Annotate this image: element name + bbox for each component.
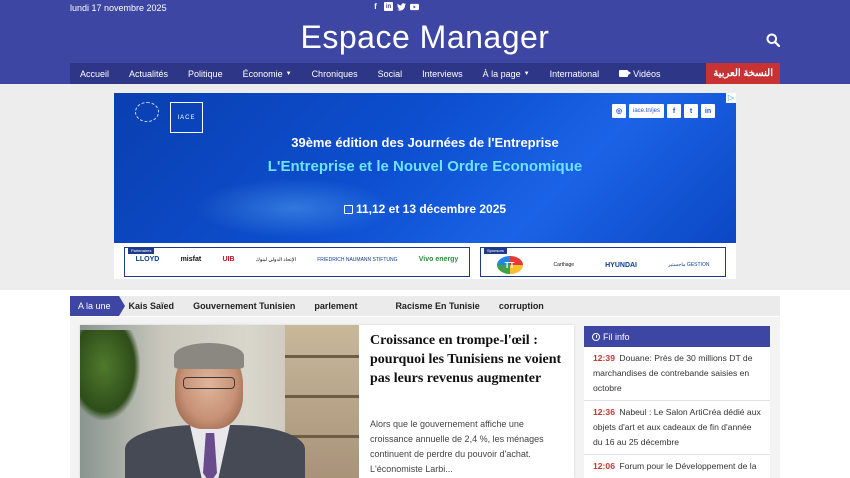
sponsor-logos: TT Carthage HYUNDAI ماجستير GESTION (481, 256, 725, 274)
logo-mark (135, 102, 159, 122)
banner-theme: L'Entreprise et le Nouvel Ordre Economiq… (267, 158, 583, 175)
partners-block: Partenaires LLOYD misfat UIB الإتحاد الد… (124, 247, 470, 277)
nav-item-a-la-page[interactable]: À la page ▼ (473, 63, 540, 84)
photo-hair (174, 343, 244, 369)
nav-label: Actualités (129, 68, 169, 79)
vivo-energy-logo: Vivo energy (418, 256, 459, 263)
fil-info-item[interactable]: 12:39 Douane: Près de 30 millions DT de … (584, 347, 770, 401)
chevron-down-icon: ▼ (285, 70, 292, 77)
nav-label: À la page (482, 68, 521, 79)
gestion-logo: ماجستير GESTION (668, 262, 710, 268)
sponsors-block: Sponsors TT Carthage HYUNDAI ماجستير GES… (480, 247, 726, 277)
trending-tags-bar: A la une Kais Saïed Gouvernement Tunisie… (70, 296, 780, 316)
clock-icon (592, 332, 600, 341)
globe-icon: ◎ (612, 104, 626, 118)
fil-info-time: 12:06 (593, 461, 615, 471)
nav-item-interviews[interactable]: Interviews (412, 63, 473, 84)
nav-item-accueil[interactable]: Accueil (70, 63, 119, 84)
fil-info-time: 12:39 (593, 353, 615, 363)
tag-link[interactable]: Kais Saïed (129, 301, 175, 311)
featured-article-title[interactable]: Croissance en trompe-l'œil : pourquoi le… (370, 331, 566, 388)
arabic-version-button[interactable]: النسخة العربية (706, 63, 780, 84)
nav-label: Accueil (80, 68, 110, 79)
tag-link[interactable]: Racisme En Tunisie (395, 301, 479, 311)
tag-link[interactable]: parlement (314, 301, 357, 311)
nav-item-social[interactable]: Social (368, 63, 413, 84)
nav-item-international[interactable]: International (540, 63, 610, 84)
site-header: lundi 17 novembre 2025 f in Espace Manag… (0, 0, 850, 84)
fil-info-text: Nabeul : Le Salon ArtiCréa dédié aux obj… (593, 407, 761, 447)
calendar-icon (343, 205, 353, 214)
featured-article-photo[interactable] (80, 325, 359, 478)
nav-label: Chroniques (311, 68, 358, 79)
naumann-logo: FRIEDRICH NAUMANN STIFTUNG (317, 256, 398, 263)
sponsors-tag: Sponsors (484, 247, 507, 254)
current-date: lundi 17 novembre 2025 (70, 3, 167, 13)
iace-logo: IACE (170, 102, 203, 133)
fil-info-time: 12:36 (593, 407, 615, 417)
twitter-icon[interactable] (397, 2, 406, 11)
social-links: f in (371, 2, 419, 11)
partners-tag: Partenaires (128, 247, 155, 254)
featured-article[interactable]: Croissance en trompe-l'œil : pourquoi le… (80, 325, 574, 478)
tt-logo: TT (496, 256, 523, 274)
fil-info-list: 12:39 Douane: Près de 30 millions DT de … (584, 347, 770, 478)
fil-info-header: Fil info (584, 326, 770, 347)
union-banks-logo: الإتحاد الدولي لبنوك (255, 256, 297, 263)
youtube-icon[interactable] (410, 2, 419, 11)
main-nav: Accueil Actualités Politique Économie ▼ C… (70, 63, 780, 84)
nav-label: Politique (188, 68, 223, 79)
fil-info-title: Fil info (603, 331, 630, 342)
nav-item-actualites[interactable]: Actualités (119, 63, 178, 84)
nav-label: International (549, 68, 600, 79)
ad-banner[interactable]: IACE ◎ iace.tn/jes f t in 39ème édition … (114, 93, 736, 279)
banner-links: ◎ iace.tn/jes f t in (612, 104, 716, 118)
ad-banner-hero: IACE ◎ iace.tn/jes f t in 39ème édition … (114, 93, 736, 243)
video-camera-icon (619, 70, 632, 77)
banner-edition: 39ème édition des Journées de l'Entrepri… (291, 135, 559, 150)
twitter-icon: t (684, 104, 699, 118)
nav-label: Interviews (422, 68, 463, 79)
linkedin-icon[interactable]: in (384, 2, 393, 11)
linkedin-icon: in (701, 104, 716, 118)
banner-dates-text: 11,12 et 13 décembre 2025 (355, 202, 507, 216)
facebook-icon[interactable]: f (371, 2, 380, 11)
shelf-board (285, 395, 359, 398)
misfat-logo: misfat (180, 256, 202, 263)
nav-item-chroniques[interactable]: Chroniques (302, 63, 368, 84)
nav-label: Social (377, 68, 403, 79)
shelf-board (285, 355, 359, 358)
nav-item-videos[interactable]: Vidéos (609, 63, 670, 84)
tag-link[interactable]: corruption (499, 301, 544, 311)
tags-label: A la une (70, 296, 125, 316)
fil-info-item[interactable]: 12:06 Forum pour le Développement de la … (584, 455, 770, 478)
featured-article-excerpt: Alors que le gouvernement affiche une cr… (370, 419, 544, 474)
ad-banner-sponsors: Partenaires LLOYD misfat UIB الإتحاد الد… (114, 243, 736, 279)
ad-info-icon[interactable]: ▷ (726, 93, 736, 103)
hyundai-logo: HYUNDAI (605, 261, 637, 269)
banner-url: iace.tn/jes (629, 104, 665, 118)
lloyd-logo: LLOYD (135, 256, 160, 263)
nav-item-economie[interactable]: Économie ▼ (233, 63, 302, 84)
uib-logo: UIB (222, 256, 235, 263)
chevron-down-icon: ▼ (523, 70, 530, 77)
nav-item-politique[interactable]: Politique (178, 63, 233, 84)
fil-info-text: Douane: Près de 30 millions DT de marcha… (593, 353, 753, 393)
nav-label: Économie (242, 68, 283, 79)
fil-info-text: Forum pour le Développement de la Médeci… (593, 461, 757, 478)
photo-plant (80, 330, 140, 420)
facebook-icon: f (667, 104, 682, 118)
site-title[interactable]: Espace Manager (0, 19, 850, 56)
carthage-logo: Carthage (553, 262, 575, 268)
search-icon[interactable] (766, 33, 782, 49)
photo-glasses (183, 377, 235, 389)
nav-label: Vidéos (633, 68, 661, 79)
fil-info-item[interactable]: 12:36 Nabeul : Le Salon ArtiCréa dédié a… (584, 401, 770, 455)
banner-dates: 11,12 et 13 décembre 2025 (114, 202, 736, 216)
partner-logos: LLOYD misfat UIB الإتحاد الدولي لبنوك FR… (125, 256, 469, 263)
tag-link[interactable]: Gouvernement Tunisien (193, 301, 295, 311)
